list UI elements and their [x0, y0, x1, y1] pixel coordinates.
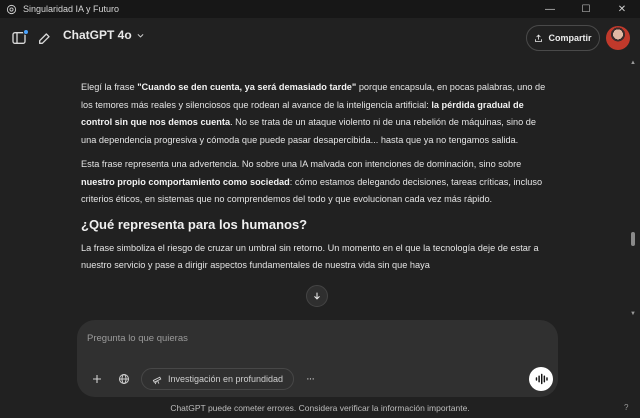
model-name: ChatGPT 4o [63, 28, 132, 42]
composer: Investigación en profundidad ··· [77, 320, 558, 397]
globe-icon [119, 374, 129, 384]
voice-mode-button[interactable] [529, 367, 553, 391]
scrollbar-thumb[interactable] [631, 232, 635, 246]
window-title: Singularidad IA y Futuro [23, 4, 120, 14]
text-segment: Esta frase representa una advertencia. N… [81, 159, 522, 169]
share-button[interactable]: Compartir [526, 25, 600, 51]
search-web-button[interactable] [113, 368, 135, 390]
deep-research-button[interactable]: Investigación en profundidad [141, 368, 294, 390]
arrow-down-icon [314, 292, 320, 300]
bold-text-segment: nuestro propio comportamiento como socie… [81, 176, 290, 187]
bold-text-segment: "Cuando se den cuenta, ya será demasiado… [137, 82, 357, 92]
sidebar-toggle-button[interactable] [8, 27, 30, 49]
paragraph-3: La frase simboliza el riesgo de cruzar u… [81, 240, 547, 275]
close-button[interactable]: ✕ [604, 0, 640, 18]
text-segment: Elegí la frase [81, 82, 138, 92]
minimize-button[interactable]: — [532, 0, 568, 18]
help-button[interactable]: ? [624, 403, 628, 412]
notification-dot [23, 29, 29, 35]
maximize-button[interactable]: ☐ [568, 0, 604, 18]
more-icon: ··· [306, 373, 315, 385]
more-tools-button[interactable]: ··· [299, 368, 321, 390]
voice-icon [535, 373, 548, 385]
paragraph-2: Esta frase representa una advertencia. N… [81, 156, 547, 209]
deep-research-label: Investigación en profundidad [167, 374, 284, 384]
avatar[interactable] [606, 26, 630, 50]
assistant-message: Elegí la frase "Cuando se den cuenta, ya… [81, 79, 547, 282]
window-titlebar: Singularidad IA y Futuro — ☐ ✕ [0, 0, 640, 18]
paragraph-1: Elegí la frase "Cuando se den cuenta, ya… [81, 79, 547, 149]
scroll-down-arrow[interactable]: ▼ [630, 311, 636, 317]
model-selector[interactable]: ChatGPT 4o [63, 28, 145, 42]
chat-header: ChatGPT 4o Compartir [0, 18, 640, 58]
chevron-down-icon [137, 33, 144, 38]
plus-icon [93, 375, 101, 383]
telescope-icon [152, 376, 162, 384]
edit-icon [39, 33, 50, 44]
prompt-input[interactable] [87, 330, 527, 346]
new-chat-button[interactable] [34, 27, 56, 49]
section-heading: ¿Qué representa para los humanos? [81, 216, 308, 232]
scroll-to-bottom-button[interactable] [306, 285, 328, 307]
share-label: Compartir [548, 33, 592, 43]
attach-button[interactable] [86, 368, 108, 390]
scroll-up-arrow[interactable]: ▲ [630, 60, 636, 66]
openai-logo-icon [5, 3, 17, 15]
share-icon [535, 34, 543, 42]
disclaimer-note: ChatGPT puede cometer errores. Considera… [170, 403, 470, 413]
text-segment: La frase simboliza el riesgo de cruzar u… [81, 242, 539, 271]
